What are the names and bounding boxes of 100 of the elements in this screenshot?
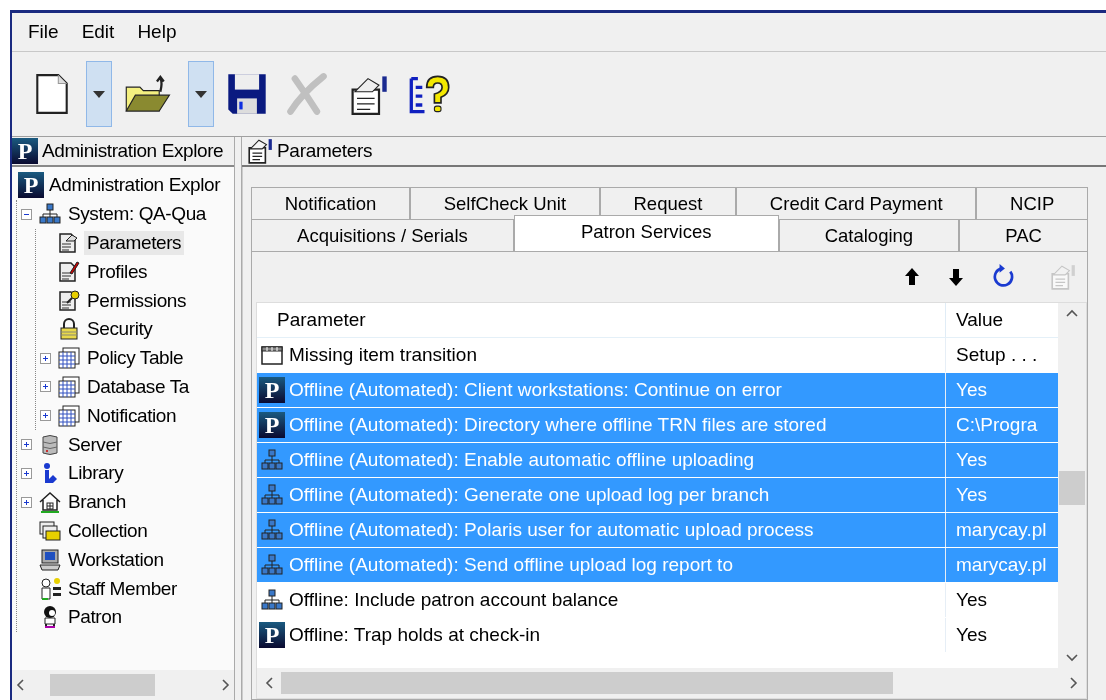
table-cell: Offline (Automated): Send offline upload log report to bbox=[289, 554, 733, 576]
horizontal-scrollbar[interactable] bbox=[12, 670, 234, 700]
dropdown-button[interactable] bbox=[86, 61, 112, 127]
panel-title: Administration Explore bbox=[42, 140, 224, 162]
table-cell-text: Yes bbox=[955, 484, 988, 506]
tree-item[interactable]: System: QA-Qua bbox=[65, 202, 209, 227]
org-chart-icon bbox=[260, 588, 284, 612]
expand-icon[interactable] bbox=[39, 410, 51, 422]
tree-item[interactable]: Server bbox=[65, 432, 125, 457]
books-icon bbox=[38, 518, 62, 543]
scroll-down-icon[interactable] bbox=[1066, 652, 1078, 662]
table-row[interactable]: P Offline: Trap holds at check-in Yes bbox=[257, 618, 1058, 653]
down-arrow-icon[interactable] bbox=[949, 268, 963, 286]
org-chart-icon bbox=[260, 483, 284, 507]
scrollbar-thumb[interactable] bbox=[1059, 471, 1085, 505]
tree-item[interactable]: Branch bbox=[65, 490, 129, 515]
table-cell: Offline (Automated): Enable automatic offline uploading bbox=[289, 449, 755, 471]
tab[interactable]: Acquisitions / Serials bbox=[251, 219, 514, 251]
tab[interactable]: NCIP bbox=[976, 187, 1088, 219]
tab[interactable]: PAC bbox=[959, 219, 1088, 251]
caret-icon bbox=[195, 90, 207, 98]
tree-item[interactable]: Staff Member bbox=[65, 576, 180, 601]
table-cell: Offline: Include patron account balance bbox=[289, 589, 619, 611]
table-cell: Offline: Trap holds at check-in bbox=[289, 624, 540, 646]
tree-item[interactable]: Administration Explor bbox=[46, 173, 224, 198]
table-icon bbox=[57, 403, 81, 428]
scroll-left-icon[interactable] bbox=[16, 679, 26, 691]
open-folder-icon[interactable] bbox=[124, 73, 174, 115]
menu-item[interactable]: Edit bbox=[71, 21, 128, 43]
menu-item[interactable]: Help bbox=[127, 21, 190, 43]
tab[interactable]: SelfCheck Unit bbox=[409, 187, 600, 219]
table-icon bbox=[57, 374, 81, 399]
table-cell-text: Yes bbox=[955, 624, 988, 646]
padlock-icon bbox=[57, 317, 81, 342]
scrollbar-thumb[interactable] bbox=[50, 674, 155, 696]
logo-icon: P bbox=[259, 622, 285, 648]
tree-item[interactable]: Notification bbox=[84, 403, 180, 428]
tree-item[interactable]: Workstation bbox=[65, 547, 167, 572]
tab[interactable]: Credit Card Payment bbox=[736, 187, 977, 219]
document-key-icon bbox=[57, 288, 81, 313]
up-arrow-icon[interactable] bbox=[905, 268, 919, 286]
logo-icon: P bbox=[12, 138, 38, 164]
collapse-icon[interactable] bbox=[20, 208, 32, 220]
menu-item[interactable]: File bbox=[18, 21, 72, 43]
table-cell: Offline (Automated): Generate one upload log per branch bbox=[289, 484, 770, 506]
tree-item[interactable]: Collection bbox=[65, 518, 151, 543]
table-cell-text: C:\Progra bbox=[955, 414, 1039, 436]
scroll-right-icon[interactable] bbox=[220, 679, 230, 691]
caret-icon bbox=[93, 90, 105, 98]
logo-icon: P bbox=[259, 412, 285, 438]
table-cell-text: marycay.pl bbox=[955, 519, 1048, 541]
scroll-up-icon[interactable] bbox=[1066, 309, 1078, 319]
scrollbar-thumb[interactable] bbox=[281, 672, 893, 694]
table-cell-text: Yes bbox=[955, 589, 988, 611]
table-cell: Offline (Automated): Client workstations: Continue on error bbox=[289, 379, 782, 401]
staff-icon bbox=[38, 576, 62, 601]
table-row[interactable]: P Offline (Automated): Directory where offline TRN files are stored C:\Progra bbox=[257, 408, 1058, 443]
expand-icon[interactable] bbox=[39, 381, 51, 393]
tree-item[interactable]: Policy Table bbox=[84, 346, 187, 371]
expand-icon[interactable] bbox=[20, 496, 32, 508]
org-chart-icon bbox=[260, 518, 284, 542]
logo-icon: P bbox=[18, 172, 44, 199]
table-cell-text: Yes bbox=[955, 379, 988, 401]
logo-icon: P bbox=[259, 377, 285, 403]
tree-item[interactable]: Database Ta bbox=[84, 374, 192, 399]
table-cell: Missing item transition bbox=[289, 344, 477, 366]
table-cell-text: marycay.pl bbox=[955, 554, 1048, 576]
table-row[interactable]: P Offline (Automated): Client workstations: Continue on error Yes bbox=[257, 373, 1058, 408]
house-icon bbox=[38, 490, 62, 515]
tree-item[interactable]: Library bbox=[65, 461, 127, 486]
tree-item[interactable]: Security bbox=[84, 317, 156, 342]
scroll-right-icon[interactable] bbox=[1068, 677, 1078, 689]
expand-icon[interactable] bbox=[39, 352, 51, 364]
tree-item[interactable]: Permissions bbox=[84, 288, 190, 313]
column-header[interactable]: Value bbox=[946, 309, 1058, 331]
table-cell: Offline (Automated): Polaris user for automatic upload process bbox=[289, 519, 814, 541]
tree-item[interactable]: Parameters bbox=[84, 231, 185, 255]
horizontal-scrollbar[interactable] bbox=[257, 668, 1086, 698]
tab[interactable]: Cataloging bbox=[778, 219, 960, 251]
tab[interactable]: Notification bbox=[251, 187, 410, 219]
org-chart-icon bbox=[260, 553, 284, 577]
vertical-scrollbar[interactable] bbox=[1058, 303, 1086, 668]
computer-icon bbox=[38, 547, 62, 572]
table-cell-text: Setup . . . bbox=[955, 344, 1039, 366]
tree-item[interactable]: Patron bbox=[65, 605, 125, 630]
expand-icon[interactable] bbox=[20, 439, 32, 451]
org-chart-icon bbox=[260, 448, 284, 472]
column-header[interactable]: Parameter bbox=[267, 309, 366, 331]
dropdown-button[interactable] bbox=[188, 61, 214, 127]
scroll-left-icon[interactable] bbox=[265, 677, 275, 689]
tab[interactable]: Patron Services bbox=[513, 215, 779, 251]
table-cell: Offline (Automated): Directory where offline TRN files are stored bbox=[289, 414, 827, 436]
tree-item[interactable]: Profiles bbox=[84, 259, 151, 284]
table-row[interactable]: Offline: Include patron account balance Yes bbox=[257, 583, 1058, 618]
document-pencil-icon bbox=[57, 259, 81, 284]
window-icon bbox=[260, 343, 284, 367]
expand-icon[interactable] bbox=[20, 467, 32, 479]
org-chart-icon bbox=[38, 202, 62, 227]
save-icon[interactable] bbox=[226, 72, 268, 116]
table-cell-text: Yes bbox=[955, 449, 988, 471]
